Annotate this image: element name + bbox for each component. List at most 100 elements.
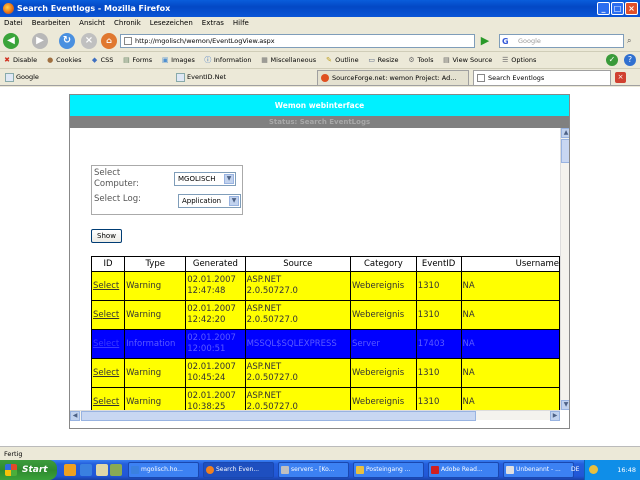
- stop-button[interactable]: ×: [81, 33, 97, 49]
- home-button[interactable]: ⌂: [101, 33, 117, 49]
- language-indicator[interactable]: DE: [571, 460, 579, 480]
- select-link[interactable]: Select: [90, 300, 126, 330]
- view-source-menu[interactable]: ▤ View Source: [442, 52, 492, 68]
- css-menu[interactable]: ◆ CSS: [91, 52, 114, 68]
- col-header-username[interactable]: Username: [460, 256, 560, 272]
- cell-eventid: 17403: [415, 329, 462, 359]
- task-search-eventlogs[interactable]: Search Even...: [203, 462, 274, 478]
- forms-menu[interactable]: ▤ Forms: [122, 52, 152, 68]
- show-button[interactable]: Show: [91, 229, 122, 243]
- menu-ansicht[interactable]: Ansicht: [79, 17, 105, 30]
- select-link[interactable]: Select: [90, 387, 126, 410]
- select-link[interactable]: Select: [90, 271, 126, 301]
- table-row[interactable]: Select Warning 02.01.2007 10:38:25 ASP.NE…: [90, 387, 560, 410]
- status-bar: Fertig: [0, 446, 640, 460]
- minimize-button[interactable]: _: [597, 2, 610, 15]
- col-header-generated[interactable]: Generated: [185, 256, 246, 272]
- cell-generated: 02.01.2007 12:47:48: [185, 271, 246, 301]
- miscellaneous-menu[interactable]: ▦ Miscellaneous: [261, 52, 316, 68]
- table-row[interactable]: Select Warning 02.01.2007 12:42:20 ASP.NE…: [90, 300, 560, 330]
- menu-chronik[interactable]: Chronik: [114, 17, 141, 30]
- disable-menu[interactable]: ✖ Disable: [3, 52, 37, 68]
- task-servers[interactable]: servers - [Ko...: [278, 462, 349, 478]
- select-link[interactable]: Select: [90, 358, 126, 388]
- explorer-quicklaunch-icon[interactable]: [110, 464, 122, 476]
- scroll-left-icon[interactable]: ◀: [70, 411, 80, 421]
- col-header-type[interactable]: Type: [124, 256, 187, 272]
- computer-select[interactable]: MGOLISCH ▼: [174, 172, 236, 186]
- tab-search-eventlogs[interactable]: Search Eventlogs: [473, 70, 611, 85]
- resize-menu[interactable]: ▭ Resize: [368, 52, 398, 68]
- go-arrow-icon[interactable]: ▶: [478, 34, 492, 48]
- cell-eventid: 1310: [415, 271, 462, 301]
- vertical-scroll-thumb[interactable]: [561, 139, 569, 163]
- task-adobe-reader[interactable]: Adobe Read...: [428, 462, 499, 478]
- miscellaneous-icon: ▦: [261, 56, 268, 64]
- col-header-category[interactable]: Category: [349, 256, 417, 272]
- firefox-quicklaunch-icon[interactable]: [64, 464, 76, 476]
- cell-username: NA: [460, 387, 560, 410]
- help-icon[interactable]: ?: [624, 54, 636, 66]
- horizontal-scrollbar[interactable]: ◀ ▶: [70, 410, 560, 421]
- table-row[interactable]: Select Warning 02.01.2007 10:45:24 ASP.NE…: [90, 358, 560, 388]
- cell-username: NA: [460, 271, 560, 301]
- scroll-up-icon[interactable]: ▲: [561, 128, 569, 138]
- task-posteingang[interactable]: Posteingang ...: [353, 462, 424, 478]
- menu-datei[interactable]: Datei: [4, 17, 23, 30]
- reload-button[interactable]: ↻: [59, 33, 75, 49]
- task-mgolisch[interactable]: mgolisch.ho...: [128, 462, 199, 478]
- search-icon[interactable]: ⌕: [627, 36, 631, 46]
- col-header-id[interactable]: ID: [90, 256, 126, 272]
- select-link[interactable]: Select: [90, 329, 126, 359]
- close-tab-icon[interactable]: ×: [615, 72, 626, 83]
- url-field[interactable]: http://mgolisch/wemon/EventLogView.aspx: [120, 34, 475, 48]
- menu-lesezeichen[interactable]: Lesezeichen: [150, 17, 193, 30]
- back-button[interactable]: ◀: [3, 33, 19, 49]
- log-label: Select Log:: [94, 194, 141, 204]
- bookmark-eventid[interactable]: EventID.Net: [175, 71, 226, 84]
- information-menu[interactable]: ⓘ Information: [204, 52, 251, 68]
- cookies-menu[interactable]: ● Cookies: [46, 52, 82, 68]
- options-icon: ☰: [502, 56, 509, 64]
- paint-icon: [506, 466, 514, 474]
- images-menu[interactable]: ▣ Images: [161, 52, 195, 68]
- cell-username: NA: [460, 329, 560, 359]
- cell-source: ASP.NET 2.0.50727.0: [244, 358, 351, 388]
- forward-button[interactable]: ▶: [32, 33, 48, 49]
- eventlog-table: ID Type Generated Source Category EventI…: [90, 256, 560, 410]
- table-row[interactable]: Select Warning 02.01.2007 12:47:48 ASP.NE…: [90, 271, 560, 301]
- images-icon: ▣: [161, 56, 169, 64]
- chevron-down-icon: ▼: [229, 196, 239, 206]
- ie-quicklaunch-icon[interactable]: [80, 464, 92, 476]
- outline-menu[interactable]: ✎ Outline: [325, 52, 358, 68]
- vertical-scrollbar[interactable]: ▲ ▼: [560, 128, 569, 410]
- col-header-eventid[interactable]: EventID: [415, 256, 462, 272]
- task-unbenannt[interactable]: Unbenannt - ...: [503, 462, 574, 478]
- search-input[interactable]: G Google: [499, 34, 624, 48]
- maximize-button[interactable]: □: [611, 2, 624, 15]
- menu-hilfe[interactable]: Hilfe: [233, 17, 249, 30]
- valid-check-icon[interactable]: ✓: [606, 54, 618, 66]
- show-desktop-icon[interactable]: [96, 464, 108, 476]
- table-row[interactable]: Select Information 02.01.2007 12:00:51 MS…: [90, 329, 560, 359]
- tools-menu[interactable]: ⚙ Tools: [407, 52, 433, 68]
- bookmark-google[interactable]: Google: [4, 71, 39, 84]
- tray-icon[interactable]: [589, 465, 598, 474]
- menu-bearbeiten[interactable]: Bearbeiten: [32, 17, 70, 30]
- page-scroll-area[interactable]: Select Computer: MGOLISCH ▼ Select Log: …: [70, 128, 560, 410]
- horizontal-scroll-thumb[interactable]: [81, 411, 476, 421]
- close-button[interactable]: ×: [625, 2, 638, 15]
- scroll-right-icon[interactable]: ▶: [550, 411, 560, 421]
- col-header-source[interactable]: Source: [244, 256, 351, 272]
- menu-extras[interactable]: Extras: [202, 17, 224, 30]
- information-icon: ⓘ: [204, 56, 212, 64]
- tab-sourceforge[interactable]: SourceForge.net: wemon Project: Ad...: [317, 70, 469, 85]
- status-text: Fertig: [4, 450, 23, 458]
- cell-type: Warning: [124, 300, 187, 330]
- page-status: Status: Search EventLogs: [70, 116, 569, 128]
- options-menu[interactable]: ☰ Options: [501, 52, 536, 68]
- scroll-down-icon[interactable]: ▼: [561, 400, 569, 410]
- start-button[interactable]: Start: [0, 460, 57, 480]
- log-select[interactable]: Application ▼: [178, 194, 241, 208]
- mail-icon: [356, 466, 364, 474]
